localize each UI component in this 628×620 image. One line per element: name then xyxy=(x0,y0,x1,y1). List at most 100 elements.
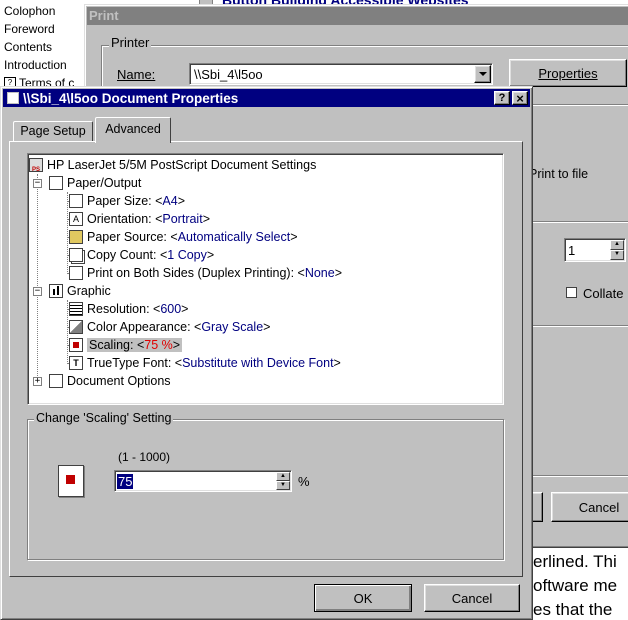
color-label: Color Appearance: < xyxy=(87,320,202,334)
paper-size-icon xyxy=(69,194,83,208)
ok-button[interactable]: OK xyxy=(314,584,412,612)
tree-scaling[interactable]: Scaling: <75 %> xyxy=(69,336,183,354)
bracket-close: > xyxy=(202,212,210,226)
bracket-close: > xyxy=(206,248,215,262)
percent-label: % xyxy=(298,474,310,489)
resolution-icon xyxy=(69,302,83,316)
spin-up-icon[interactable]: ▲ xyxy=(610,240,624,250)
graphic-icon xyxy=(49,284,63,298)
copy-count-label: Copy Count: < xyxy=(87,248,168,262)
paper-size-label: Paper Size: < xyxy=(87,194,163,208)
printer-doc-icon xyxy=(7,92,19,104)
duplex-icon xyxy=(69,266,83,280)
print-divider-2 xyxy=(531,325,628,327)
scaling-icon xyxy=(69,338,83,352)
print-cancel-label: Cancel xyxy=(578,499,620,515)
paper-size-value: A4 xyxy=(162,194,178,208)
printer-name-value: \\Sbi_4\l5oo xyxy=(194,67,263,82)
bracket-close: > xyxy=(181,302,189,316)
properties-button[interactable]: Properties xyxy=(509,59,627,87)
paper-output-icon xyxy=(49,176,63,190)
scaling-input-value: 75 xyxy=(117,474,134,489)
scaling-spinner[interactable]: ▲ ▼ xyxy=(276,472,290,490)
tree-paper-size[interactable]: Paper Size: < A4 > xyxy=(69,192,185,210)
close-button[interactable]: × xyxy=(512,91,528,106)
collapse-graphic-icon[interactable]: − xyxy=(33,287,42,296)
spin-up-icon[interactable]: ▲ xyxy=(276,472,290,481)
help-body-line-2: oftware me xyxy=(533,576,618,595)
collapse-paper-output-icon[interactable]: − xyxy=(33,179,42,188)
tree-resolution[interactable]: Resolution: <600 > xyxy=(69,300,188,318)
printer-name-dropdown-button[interactable] xyxy=(474,65,491,83)
printer-name-label-text: Name: xyxy=(117,67,156,82)
copies-input[interactable]: 1 ▲ ▼ xyxy=(564,238,626,262)
help-button-label: ? xyxy=(498,92,506,104)
expand-document-options-icon[interactable]: + xyxy=(33,377,42,386)
help-toc-panel: Colophon Foreword Contents Introduction … xyxy=(0,0,84,90)
tree-graphic[interactable]: Graphic xyxy=(49,282,111,300)
tab-advanced[interactable]: Advanced xyxy=(95,117,171,143)
print-cancel-button[interactable]: Cancel xyxy=(551,492,628,522)
tree-orientation[interactable]: A Orientation: < Portrait > xyxy=(69,210,210,228)
bracket-close: > xyxy=(290,230,298,244)
tab-advanced-label: Advanced xyxy=(105,122,161,136)
tree-root-label: HP LaserJet 5/5M PostScript Document Set… xyxy=(47,158,317,172)
help-button[interactable]: ? xyxy=(494,91,510,105)
toc-introduction[interactable]: Introduction xyxy=(4,58,67,72)
collate-label: Collate xyxy=(583,286,624,301)
bracket-close: > xyxy=(172,338,181,352)
chevron-down-icon xyxy=(478,72,487,76)
tree-root[interactable]: PS HP LaserJet 5/5M PostScript Document … xyxy=(29,156,316,174)
bracket-close: > xyxy=(333,356,341,370)
tree-graphic-label: Graphic xyxy=(67,284,111,298)
tree-line xyxy=(67,192,68,274)
scaling-label: Scaling: < xyxy=(89,338,145,352)
printer-group-label: Printer xyxy=(109,35,152,50)
printer-settings-icon: PS xyxy=(29,158,43,173)
toc-foreword[interactable]: Foreword xyxy=(4,22,55,36)
properties-title-bar: \\Sbi_4\l5oo Document Properties ? × xyxy=(3,89,530,107)
toc-colophon[interactable]: Colophon xyxy=(4,4,55,18)
tree-truetype[interactable]: T TrueType Font: < Substitute with Device… xyxy=(69,354,341,372)
help-body-line-3: es that the xyxy=(533,600,613,619)
copy-count-value: 1 Copy xyxy=(167,248,207,262)
toc-contents[interactable]: Contents xyxy=(4,40,52,54)
tree-document-options-label: Document Options xyxy=(67,374,171,388)
tab-page-setup[interactable]: Page Setup xyxy=(13,121,93,141)
bracket-close: > xyxy=(334,266,343,280)
tree-paper-output[interactable]: Paper/Output xyxy=(49,174,141,192)
tab-page-setup-label: Page Setup xyxy=(20,124,86,138)
paper-source-icon xyxy=(69,230,83,244)
print-divider xyxy=(531,221,628,223)
truetype-label: TrueType Font: < xyxy=(87,356,183,370)
range-label: (1 - 1000) xyxy=(118,450,171,464)
copies-value: 1 xyxy=(568,243,576,258)
tree-paper-source[interactable]: Paper Source: < Automatically Select > xyxy=(69,228,298,246)
tree-line xyxy=(37,174,38,382)
paper-source-label: Paper Source: < xyxy=(87,230,178,244)
spin-down-icon[interactable]: ▼ xyxy=(610,250,624,260)
tree-copy-count[interactable]: Copy Count: <1 Copy > xyxy=(69,246,214,264)
spin-down-icon[interactable]: ▼ xyxy=(276,481,290,490)
tree-document-options[interactable]: Document Options xyxy=(49,372,171,390)
tree-paper-output-label: Paper/Output xyxy=(67,176,142,190)
print-to-file-label[interactable]: Print to file xyxy=(529,167,588,181)
scaling-input[interactable]: 75 ▲ ▼ xyxy=(114,470,292,492)
tree-color-appearance[interactable]: Color Appearance: < Gray Scale > xyxy=(69,318,270,336)
duplex-label: Print on Both Sides (Duplex Printing): < xyxy=(87,266,305,280)
bracket-close: > xyxy=(263,320,271,334)
copy-count-icon xyxy=(69,248,83,262)
resolution-value: 600 xyxy=(160,302,182,316)
printer-name-select[interactable]: \\Sbi_4\l5oo xyxy=(189,63,493,85)
truetype-value: Substitute with Device Font xyxy=(182,356,334,370)
collate-checkbox[interactable] xyxy=(566,287,577,298)
orientation-label: Orientation: < xyxy=(87,212,163,226)
scaling-selected: Scaling: <75 %> xyxy=(87,338,183,352)
copies-spinner[interactable]: ▲ ▼ xyxy=(610,240,624,260)
duplex-value: None xyxy=(304,266,335,280)
tree-duplex[interactable]: Print on Both Sides (Duplex Printing): <… xyxy=(69,264,342,282)
document-options-icon xyxy=(49,374,63,388)
cancel-button[interactable]: Cancel xyxy=(424,584,520,612)
resolution-label: Resolution: < xyxy=(87,302,161,316)
orientation-value: Portrait xyxy=(162,212,203,226)
